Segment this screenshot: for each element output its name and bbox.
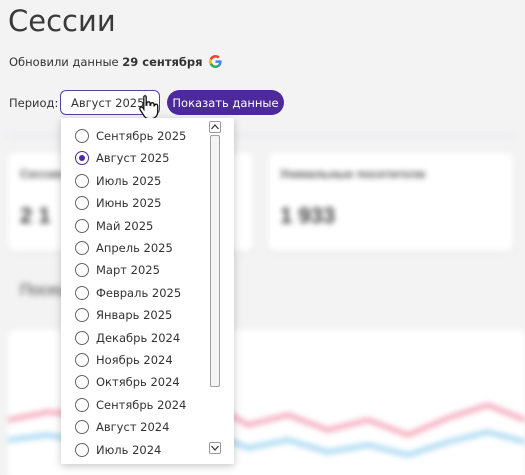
data-updated-info: Обновили данные 29 сентября [9,55,222,71]
stat-card-unique-visitors: Уникальные посетители 1 933 [268,153,513,251]
period-option[interactable]: Март 2025 [61,259,209,281]
period-option[interactable]: Июнь 2025 [61,192,209,214]
chevron-down-icon [211,445,219,451]
radio-unchecked-icon[interactable] [75,241,89,255]
updated-prefix: Обновили данные [9,55,119,69]
period-option[interactable]: Сентябрь 2025 [61,125,209,147]
period-select-value: Август 2025 [71,96,145,110]
period-option[interactable]: Август 2025 [61,147,209,169]
period-option-label: Июль 2025 [96,173,162,188]
period-option[interactable]: Июль 2025 [61,170,209,192]
card-value: 1 933 [280,203,336,228]
period-option[interactable]: Декабрь 2024 [61,327,209,349]
card-label: Уникальные посетители [280,167,426,181]
radio-unchecked-icon[interactable] [75,173,89,188]
period-option[interactable]: Февраль 2025 [61,282,209,304]
period-option-label: Июнь 2025 [96,196,162,211]
radio-unchecked-icon[interactable] [75,308,89,323]
updated-date: 29 сентября [122,55,203,69]
radio-unchecked-icon[interactable] [75,218,89,233]
radio-unchecked-icon[interactable] [75,129,89,143]
period-option[interactable]: Октябрь 2024 [61,371,209,393]
radio-unchecked-icon[interactable] [75,196,89,211]
period-option-label: Декабрь 2024 [96,330,181,345]
radio-checked-icon[interactable] [75,151,89,166]
radio-unchecked-icon[interactable] [75,330,89,345]
period-option[interactable]: Январь 2025 [61,304,209,326]
period-option-label: Январь 2025 [96,308,173,323]
period-option-label: Ноябрь 2024 [96,353,173,367]
card-value: 2 1 [20,203,51,228]
period-option[interactable]: Сентябрь 2024 [61,394,209,416]
period-option[interactable]: Август 2024 [61,416,209,438]
radio-unchecked-icon[interactable] [75,375,89,390]
radio-unchecked-icon[interactable] [75,285,89,300]
period-option-label: Май 2025 [96,218,154,233]
period-option[interactable]: Июль 2024 [61,439,209,461]
period-option[interactable]: Апрель 2025 [61,237,209,259]
period-option-label: Август 2024 [96,420,170,435]
scroll-down-button[interactable] [209,442,221,454]
show-data-button[interactable]: Показать данные [167,90,284,115]
scroll-up-button[interactable] [209,121,221,133]
radio-unchecked-icon[interactable] [75,353,89,367]
dropdown-scrollbar[interactable] [209,121,222,457]
radio-unchecked-icon[interactable] [75,263,89,278]
scroll-thumb[interactable] [210,135,220,387]
period-option-label: Сентябрь 2024 [96,397,187,412]
period-option-label: Февраль 2025 [96,285,182,300]
page-title: Сессии [8,4,116,38]
radio-unchecked-icon[interactable] [75,397,89,412]
chevron-up-icon [211,124,219,130]
period-dropdown[interactable]: Сентябрь 2025 Август 2025 Июль 2025 Июнь 20… [61,118,234,464]
radio-unchecked-icon[interactable] [75,420,89,435]
card-label: Сессии [20,167,64,181]
period-option[interactable]: Май 2025 [61,215,209,237]
period-option-label: Июль 2024 [96,442,162,457]
period-option-label: Октябрь 2024 [96,375,180,390]
period-option-label: Август 2025 [96,151,170,166]
google-icon [209,55,222,71]
period-option-label: Апрель 2025 [96,241,173,255]
radio-unchecked-icon[interactable] [75,442,89,457]
period-label: Период: [9,96,59,110]
period-option-label: Сентябрь 2025 [96,129,187,143]
period-option[interactable]: Ноябрь 2024 [61,349,209,371]
period-option-label: Март 2025 [96,263,160,278]
